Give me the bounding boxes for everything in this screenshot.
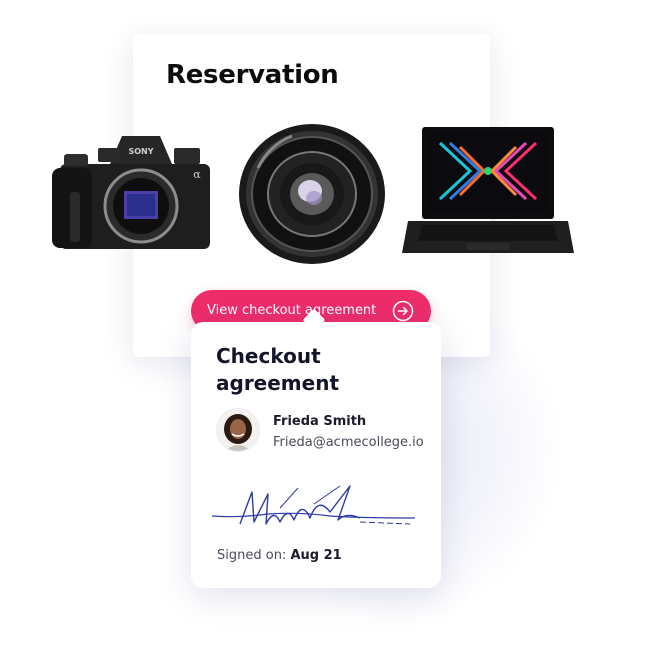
- signed-on-text: Signed on: Aug 21: [217, 548, 342, 563]
- reservation-title: Reservation: [166, 60, 339, 90]
- camera-icon: SONY α: [52, 136, 210, 249]
- agreement-title: Checkout agreement: [216, 344, 340, 395]
- signed-on-label: Signed on:: [217, 548, 287, 563]
- signature-icon: [211, 485, 416, 525]
- user-avatar-icon: [217, 409, 259, 451]
- camera-brand: SONY: [128, 147, 153, 156]
- signed-on-date: Aug 21: [290, 548, 342, 563]
- camera-model: α: [193, 168, 201, 181]
- user-email: Frieda@acmecollege.io: [273, 435, 424, 450]
- lens-icon: [239, 124, 385, 264]
- avatar: [217, 409, 259, 451]
- arrow-right-circle-icon: [392, 300, 414, 322]
- checkout-button-label: View checkout agreement: [207, 303, 377, 318]
- laptop-icon: [402, 127, 574, 253]
- user-name: Frieda Smith: [273, 414, 367, 429]
